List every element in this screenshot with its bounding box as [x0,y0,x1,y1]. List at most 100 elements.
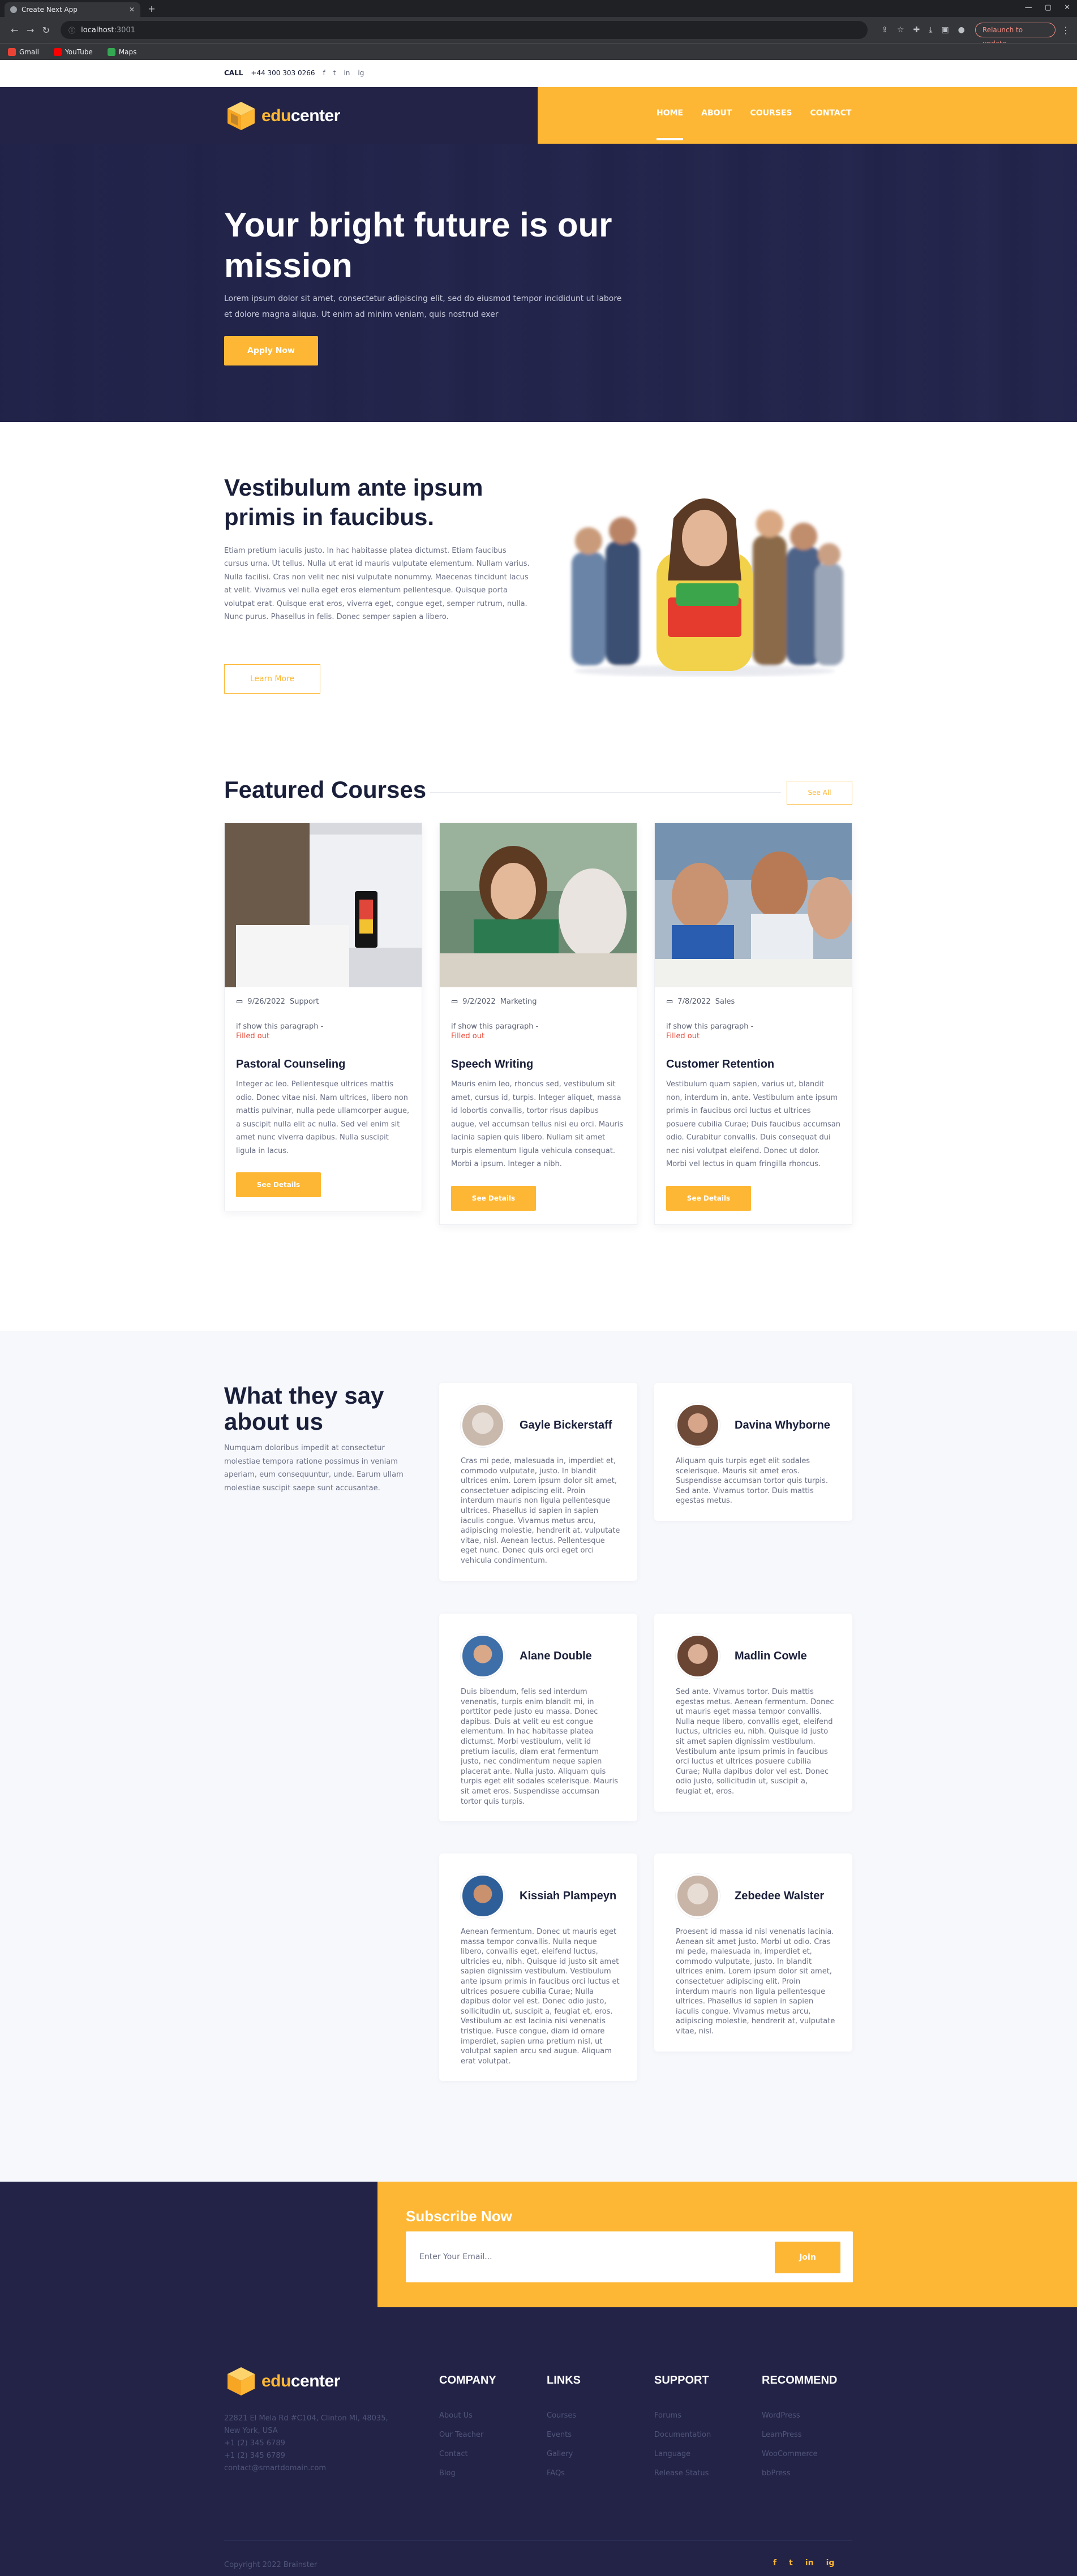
footer-link[interactable]: Release Status [654,2464,711,2483]
logo-wordmark: educenter [261,106,340,126]
back-icon[interactable]: ← [7,25,23,36]
download-icon[interactable]: ⤓ [929,25,932,35]
bookmark-gmail[interactable]: Gmail [8,48,39,56]
logo-center: center [290,106,341,125]
bookmark-star-icon[interactable]: ☆ [897,25,904,35]
footer-link[interactable]: About Us [439,2406,496,2426]
testimonial-quote: Cras mi pede, malesuada in, imperdiet et… [461,1457,620,1565]
share-icon[interactable]: ⇪ [881,25,888,35]
maximize-icon[interactable]: ▢ [1045,3,1052,12]
footer-link[interactable]: Courses [547,2406,581,2426]
info-icon[interactable]: ⓘ [68,25,75,35]
bookmark-youtube[interactable]: YouTube [54,48,93,56]
course-card[interactable]: ▭ 9/26/2022 Support if show this paragra… [224,823,422,1211]
facebook-icon[interactable]: f [773,2558,776,2568]
calendar-icon: ▭ [236,997,243,1006]
see-details-button[interactable]: See Details [666,1185,751,1211]
footer-link[interactable]: Forums [654,2406,711,2426]
footer-link[interactable]: Blog [439,2464,496,2483]
nav-about[interactable]: ABOUT [701,109,732,118]
instagram-icon[interactable]: ig [826,2558,835,2568]
minimize-icon[interactable]: — [1025,3,1032,12]
see-details-button[interactable]: See Details [451,1185,536,1211]
footer-phone: +1 (2) 345 6789 [224,2452,285,2460]
extensions-icon[interactable]: ✚ [913,25,920,35]
testimonial-name: Zebedee Walster [735,1890,825,1902]
courses-title: Featured Courses [224,776,427,803]
nav-home[interactable]: HOME [657,109,684,140]
avatar [676,1874,720,1918]
footer-column-title: SUPPORT [654,2374,709,2386]
footer-link[interactable]: FAQs [547,2464,581,2483]
footer-link[interactable]: Our Teacher [439,2426,496,2445]
email-input[interactable] [419,2248,759,2265]
contact-topbar: CALL +44 300 303 0266 f t in ig [0,60,1077,87]
join-button[interactable]: Join [775,2242,840,2273]
see-details-button[interactable]: See Details [236,1172,321,1197]
course-category: Sales [715,997,735,1006]
featured-courses-section: Featured Courses See All ▭ 9/26/2022 Sup… [0,739,1077,1331]
footer-contact: 22821 El Mela Rd #C104, Clinton MI, 4803… [224,2412,388,2475]
hero-section: Your bright future is our mission Lorem … [0,144,1077,422]
testimonial-card: Madlin Cowle Sed ante. Vivamus tortor. D… [654,1614,852,1812]
hero-subtitle: Lorem ipsum dolor sit amet, consectetur … [224,294,622,319]
testimonial-card: Davina Whyborne Aliquam quis turpis eget… [654,1383,852,1521]
footer-phone: +1 (2) 345 6789 [224,2439,285,2448]
course-category: Marketing [500,997,537,1006]
address-bar[interactable]: ⓘ localhost:3001 [61,21,868,39]
course-card[interactable]: ▭ 9/2/2022 Marketing if show this paragr… [439,823,637,1225]
close-window-icon[interactable]: ✕ [1064,3,1070,12]
phone-number[interactable]: +44 300 303 0266 [251,69,315,77]
students-group-image [572,498,843,677]
bookmark-maps[interactable]: Maps [107,48,136,56]
facebook-icon[interactable]: f [323,69,325,77]
linkedin-icon[interactable]: in [344,69,350,77]
forward-icon[interactable]: → [23,25,38,36]
footer-link[interactable]: WooCommerce [762,2445,837,2464]
linkedin-icon[interactable]: in [805,2558,814,2568]
footer-link[interactable]: Language [654,2445,711,2464]
tab-close-icon[interactable]: ✕ [129,6,135,14]
nav-courses[interactable]: COURSES [750,109,792,118]
course-image [225,823,422,987]
logo-wordmark: educenter [261,2372,340,2391]
main-navbar: educenter HOME ABOUT COURSES CONTACT [0,87,1077,144]
testimonial-quote: Aliquam quis turpis eget elit sodales sc… [676,1457,828,1506]
sidepanel-icon[interactable]: ▣ [941,25,949,35]
site-logo[interactable]: educenter [224,100,340,132]
course-name[interactable]: Speech Writing [451,1058,625,1071]
relaunch-button[interactable]: Relaunch to update [975,23,1055,48]
footer-email[interactable]: contact@smartdomain.com [224,2462,388,2475]
footer-link[interactable]: Documentation [654,2426,711,2445]
footer-link[interactable]: WordPress [762,2406,837,2426]
footer-logo[interactable]: educenter [224,2365,340,2398]
twitter-icon[interactable]: t [789,2558,793,2568]
see-all-button[interactable]: See All [787,781,852,805]
bookmark-label: Gmail [19,48,40,56]
learn-more-button[interactable]: Learn More [224,664,320,694]
nav-contact[interactable]: CONTACT [810,109,852,118]
instagram-icon[interactable]: ig [358,69,364,77]
twitter-icon[interactable]: t [333,69,336,77]
menu-icon[interactable]: ⋮ [1061,25,1070,36]
new-tab-button[interactable]: + [146,3,157,15]
footer-link[interactable]: bbPress [762,2464,837,2483]
browser-tab[interactable]: Create Next App ✕ [5,2,140,17]
footer-column-company: COMPANY About Us Our Teacher Contact Blo… [439,2374,496,2483]
hero-title: Your bright future is our mission [224,206,612,285]
footer-link[interactable]: LearnPress [762,2426,837,2445]
footer-address: 22821 El Mela Rd #C104, Clinton MI, 4803… [224,2414,388,2435]
course-name[interactable]: Customer Retention [666,1058,840,1071]
course-name[interactable]: Pastoral Counseling [236,1058,410,1071]
testimonial-name: Davina Whyborne [735,1419,830,1431]
testimonial-quote: Sed ante. Vivamus tortor. Duis mattis eg… [676,1688,834,1796]
course-card[interactable]: ▭ 7/8/2022 Sales if show this paragraph … [654,823,852,1225]
footer-link[interactable]: Gallery [547,2445,581,2464]
footer-link[interactable]: Contact [439,2445,496,2464]
reload-icon[interactable]: ↻ [38,25,54,36]
testimonial-card: Gayle Bickerstaff Cras mi pede, malesuad… [439,1383,637,1581]
apply-now-button[interactable]: Apply Now [224,336,318,365]
course-filled-status: Filled out [666,1032,700,1040]
profile-icon[interactable]: ● [958,25,965,35]
footer-link[interactable]: Events [547,2426,581,2445]
